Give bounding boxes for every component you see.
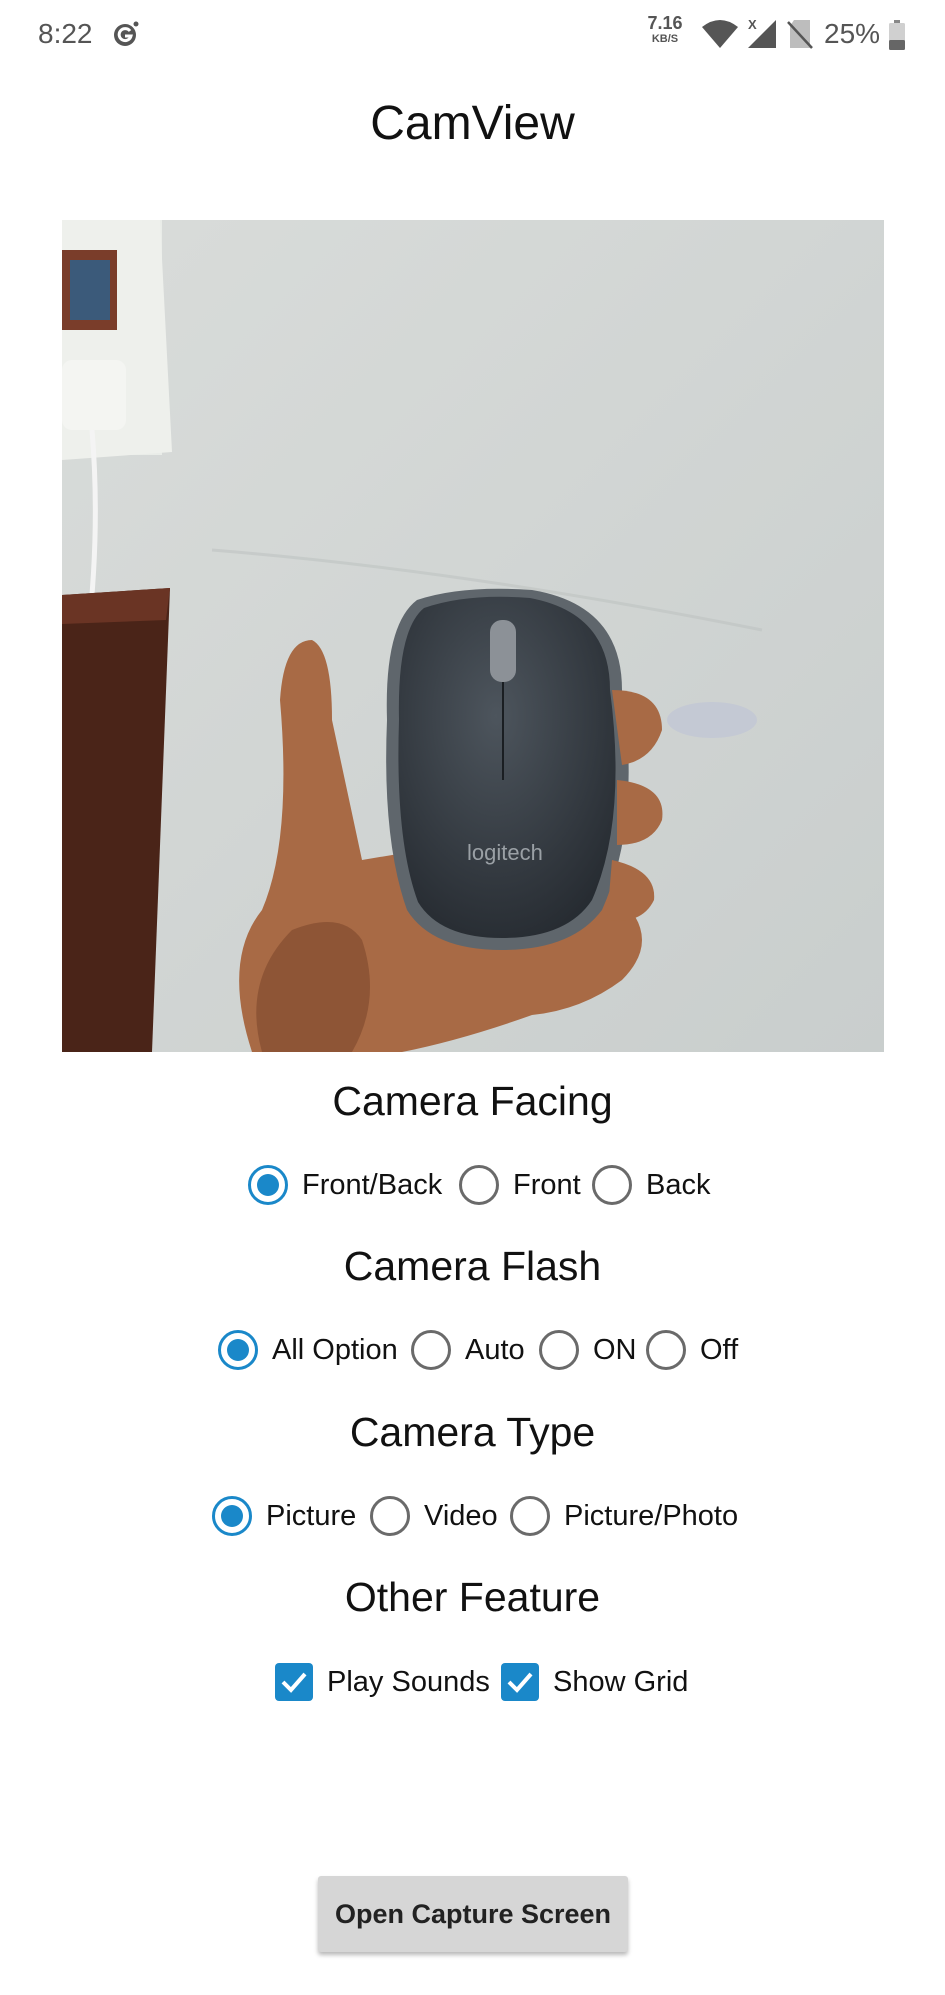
- radio-button[interactable]: [459, 1165, 499, 1205]
- radio-button-selected[interactable]: [212, 1496, 252, 1536]
- radio-button-selected[interactable]: [248, 1165, 288, 1205]
- network-speed-unit: KB/S: [651, 33, 679, 45]
- network-speed: 7.16 KB/S: [640, 14, 690, 45]
- radio-label: Picture/Photo: [564, 1499, 739, 1532]
- battery-icon: [889, 20, 905, 50]
- other-feature-options: Play Sounds Show Grid: [0, 1657, 945, 1707]
- radio-flash-auto[interactable]: Auto: [411, 1325, 525, 1375]
- status-bar: 8:22 7.16 KB/S X 25%: [0, 0, 945, 70]
- check-icon: [507, 1672, 533, 1693]
- camera-flash-options: All Option Auto ON Off: [0, 1325, 945, 1375]
- no-sim-icon: [787, 20, 813, 49]
- radio-type-picture-photo[interactable]: Picture/Photo: [510, 1491, 738, 1541]
- radio-type-video[interactable]: Video: [370, 1491, 498, 1541]
- signal-icon: X: [748, 17, 776, 48]
- radio-type-picture[interactable]: Picture: [212, 1491, 356, 1541]
- radio-label: All Option: [272, 1333, 398, 1366]
- radio-flash-on[interactable]: ON: [539, 1325, 637, 1375]
- radio-flash-all-option[interactable]: All Option: [218, 1325, 398, 1375]
- camera-facing-title: Camera Facing: [332, 1078, 613, 1124]
- open-capture-screen-button[interactable]: Open Capture Screen: [318, 1876, 628, 1952]
- radio-label: Off: [700, 1333, 739, 1366]
- radio-button[interactable]: [411, 1330, 451, 1370]
- checkbox-checked[interactable]: [501, 1663, 539, 1701]
- battery-percent: 25%: [824, 18, 881, 49]
- g-app-icon: [114, 21, 139, 46]
- radio-label: Video: [424, 1499, 498, 1532]
- network-speed-value: 7.16: [647, 13, 683, 33]
- camera-preview-image: logitech: [62, 220, 884, 1052]
- radio-button[interactable]: [592, 1165, 632, 1205]
- radio-label: Front: [513, 1168, 581, 1201]
- wifi-icon: [702, 20, 738, 48]
- checkbox-checked[interactable]: [275, 1663, 313, 1701]
- camera-flash-title: Camera Flash: [343, 1243, 602, 1289]
- radio-button[interactable]: [370, 1496, 410, 1536]
- checkbox-label: Show Grid: [553, 1665, 689, 1698]
- camera-type-options: Picture Video Picture/Photo: [0, 1491, 945, 1541]
- checkbox-show-grid[interactable]: Show Grid: [501, 1657, 688, 1707]
- check-icon: [281, 1672, 307, 1693]
- radio-flash-off[interactable]: Off: [646, 1325, 738, 1375]
- radio-label: Back: [646, 1168, 711, 1201]
- radio-button[interactable]: [510, 1496, 550, 1536]
- radio-label: Picture: [266, 1499, 357, 1532]
- mouse-brand-text: logitech: [467, 840, 543, 865]
- radio-button[interactable]: [646, 1330, 686, 1370]
- radio-facing-back[interactable]: Back: [592, 1160, 710, 1210]
- radio-label: ON: [593, 1333, 637, 1366]
- radio-facing-front[interactable]: Front: [459, 1160, 581, 1210]
- app-title: CamView: [370, 97, 575, 150]
- radio-button-selected[interactable]: [218, 1330, 258, 1370]
- signal-badge: X: [748, 17, 757, 32]
- radio-facing-front-back[interactable]: Front/Back: [248, 1160, 442, 1210]
- other-feature-title: Other Feature: [344, 1574, 601, 1620]
- checkbox-label: Play Sounds: [327, 1665, 490, 1698]
- status-time: 8:22: [38, 18, 93, 49]
- radio-button[interactable]: [539, 1330, 579, 1370]
- checkbox-play-sounds[interactable]: Play Sounds: [275, 1657, 490, 1707]
- camera-facing-options: Front/Back Front Back: [0, 1160, 945, 1210]
- camera-preview[interactable]: logitech: [62, 220, 884, 1052]
- radio-label: Auto: [465, 1333, 525, 1366]
- camera-type-title: Camera Type: [349, 1409, 596, 1455]
- radio-label: Front/Back: [302, 1168, 443, 1201]
